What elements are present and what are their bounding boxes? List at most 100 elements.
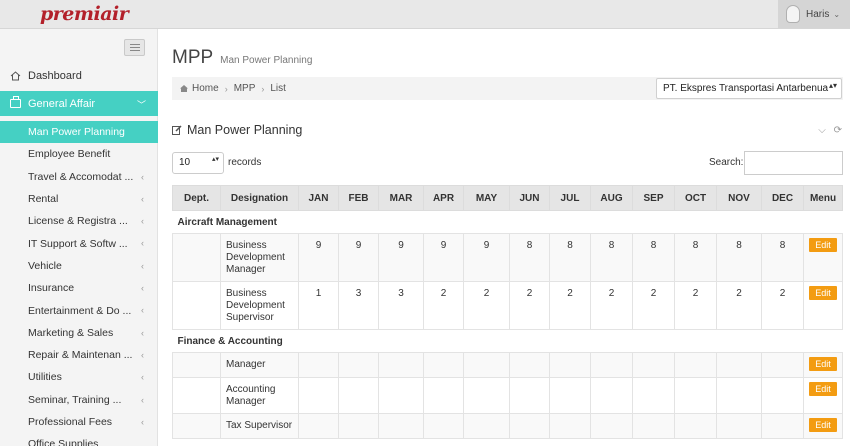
month-cell: 9: [423, 233, 464, 282]
sidebar-subitem[interactable]: Rental ‹: [0, 188, 158, 210]
dept-cell: [172, 281, 221, 330]
menu-cell: Edit: [803, 413, 843, 439]
month-cell: [338, 377, 379, 414]
collapse-icon[interactable]: ⌵: [818, 125, 826, 136]
month-cell: [549, 352, 591, 378]
month-cell: [590, 377, 633, 414]
designation-cell: Manager: [220, 352, 299, 378]
sidebar-subitem[interactable]: Professional Fees ‹: [0, 411, 158, 433]
month-cell: 2: [761, 281, 804, 330]
month-cell: [509, 352, 550, 378]
sidebar-subitem[interactable]: IT Support & Softw ... ‹: [0, 232, 158, 254]
edit-button[interactable]: Edit: [809, 418, 837, 432]
user-menu[interactable]: Haris ⌄: [778, 0, 850, 28]
sidebar-item-general-affair[interactable]: General Affair ﹀: [0, 91, 158, 116]
breadcrumb-mpp[interactable]: MPP: [234, 83, 256, 94]
month-cell: 2: [509, 281, 550, 330]
edit-button[interactable]: Edit: [809, 286, 837, 300]
month-cell: [761, 413, 804, 439]
sidebar: Dashboard General Affair ﹀ Man Power Pla…: [0, 29, 158, 446]
column-header[interactable]: OCT: [674, 185, 717, 211]
sidebar-subitem-label: Professional Fees: [28, 416, 113, 428]
breadcrumb-home[interactable]: Home: [192, 83, 219, 94]
column-header[interactable]: Menu: [803, 185, 843, 211]
sidebar-subitem[interactable]: Employee Benefit: [0, 143, 158, 165]
company-select[interactable]: PT. Ekspres Transportasi Antarbenua ▴▾: [656, 78, 842, 99]
brand-logo[interactable]: premiair: [40, 3, 129, 25]
refresh-icon[interactable]: ⟳: [834, 125, 842, 136]
sidebar-subitem[interactable]: Travel & Accomodat ... ‹: [0, 166, 158, 188]
month-cell: 8: [549, 233, 591, 282]
month-cell: 3: [338, 281, 379, 330]
mpp-table: Dept. Designation JAN FEB MAR APR MAY JUN JUL AUG…: [172, 185, 843, 439]
column-header[interactable]: SEP: [632, 185, 675, 211]
chevron-left-icon: ‹: [141, 283, 144, 294]
sidebar-subitem[interactable]: Seminar, Training ... ‹: [0, 389, 158, 411]
column-header[interactable]: FEB: [338, 185, 379, 211]
chevron-left-icon: ‹: [141, 416, 144, 427]
sidebar-subitem-label: Rental: [28, 193, 59, 206]
chevron-left-icon: ‹: [141, 305, 144, 316]
column-header[interactable]: JUN: [509, 185, 550, 211]
sidebar-subitem-label: Office Supplies: [28, 438, 99, 446]
records-length-select[interactable]: 10 ▴▾: [172, 152, 224, 174]
sidebar-subitem[interactable]: Repair & Maintenan ... ‹: [0, 344, 158, 366]
table-row: Manager Edit: [172, 352, 843, 378]
search-input[interactable]: [744, 151, 843, 175]
sidebar-subitem-label: Repair & Maintenan ...: [28, 349, 133, 362]
edit-button[interactable]: Edit: [809, 382, 837, 396]
month-cell: [549, 413, 591, 439]
sidebar-subitem-label: Vehicle: [28, 259, 62, 272]
column-header[interactable]: APR: [423, 185, 464, 211]
column-header[interactable]: Designation: [220, 185, 299, 211]
month-cell: [298, 377, 339, 414]
sidebar-subitem[interactable]: Insurance ‹: [0, 277, 158, 299]
month-cell: 9: [338, 233, 379, 282]
sidebar-item-dashboard[interactable]: Dashboard: [0, 65, 158, 87]
column-header[interactable]: JUL: [549, 185, 591, 211]
sidebar-subitem[interactable]: Entertainment & Do ... ‹: [0, 299, 158, 321]
sidebar-toggle-button[interactable]: [124, 39, 145, 56]
month-cell: [509, 413, 550, 439]
sidebar-subitem[interactable]: Marketing & Sales ‹: [0, 322, 158, 344]
chevron-right-icon: ›: [224, 83, 228, 94]
month-cell: [463, 413, 510, 439]
sidebar-subitem-label: Marketing & Sales: [28, 326, 114, 339]
month-cell: 9: [378, 233, 424, 282]
box-tools: ⌵ ⟳: [813, 125, 842, 136]
sidebar-subitem[interactable]: Man Power Planning: [0, 121, 158, 144]
group-name: Aircraft Management: [172, 210, 843, 234]
home-icon: [10, 71, 21, 81]
sidebar-subitem[interactable]: License & Registra ... ‹: [0, 210, 158, 232]
month-cell: [761, 377, 804, 414]
edit-button[interactable]: Edit: [809, 357, 837, 371]
column-header[interactable]: MAY: [463, 185, 510, 211]
column-header[interactable]: DEC: [761, 185, 804, 211]
breadcrumb-list: List: [270, 83, 286, 94]
column-header[interactable]: MAR: [378, 185, 424, 211]
user-avatar-icon: [786, 5, 800, 23]
month-cell: [338, 413, 379, 439]
sidebar-subitem[interactable]: Utilities ‹: [0, 366, 158, 388]
sidebar-subitem[interactable]: Vehicle ‹: [0, 255, 158, 277]
designation-cell: Business Development Supervisor: [220, 281, 299, 330]
column-header[interactable]: JAN: [298, 185, 339, 211]
month-cell: 2: [674, 281, 717, 330]
month-cell: [463, 352, 510, 378]
column-header[interactable]: AUG: [590, 185, 633, 211]
month-cell: [716, 377, 762, 414]
chevron-right-icon: ›: [261, 83, 265, 94]
table-row: Business Development Supervisor 1 3 3 2 2 2 2 2 2…: [172, 281, 843, 330]
chevron-left-icon: ‹: [141, 238, 144, 249]
month-cell: 2: [549, 281, 591, 330]
month-cell: 2: [716, 281, 762, 330]
sidebar-subitem-label: Man Power Planning: [28, 126, 125, 139]
column-header[interactable]: Dept.: [172, 185, 221, 211]
column-header[interactable]: NOV: [716, 185, 762, 211]
month-cell: 8: [761, 233, 804, 282]
month-cell: 8: [632, 233, 675, 282]
sidebar-subitem[interactable]: Office Supplies: [0, 433, 158, 446]
month-cell: [378, 377, 424, 414]
menu-cell: Edit: [803, 352, 843, 378]
edit-button[interactable]: Edit: [809, 238, 837, 252]
